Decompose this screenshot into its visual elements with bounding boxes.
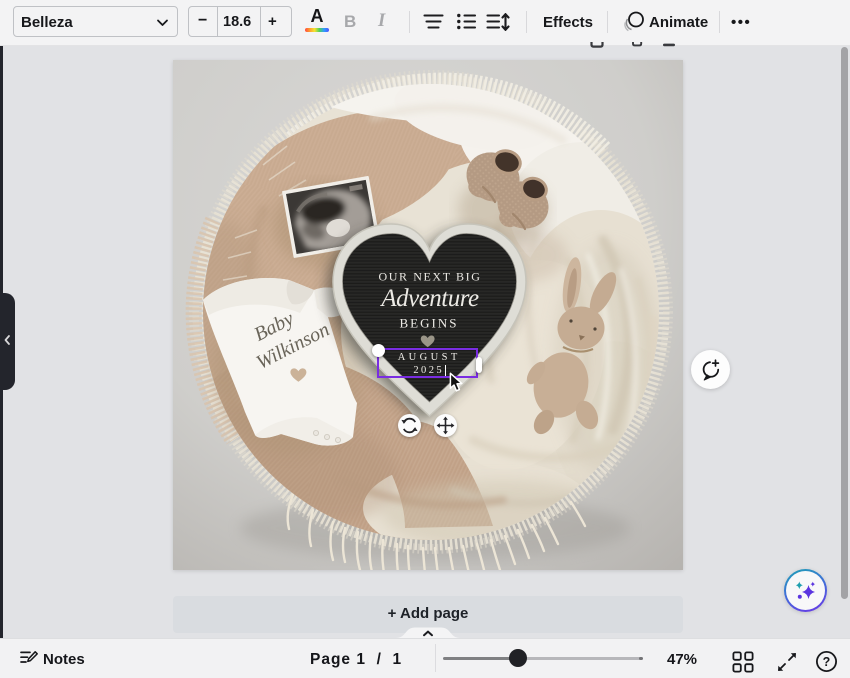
- svg-text:OUR NEXT BIG: OUR NEXT BIG: [379, 270, 482, 284]
- svg-text:BEGINS: BEGINS: [400, 316, 459, 331]
- svg-text:Adventure: Adventure: [379, 285, 479, 312]
- svg-text:?: ?: [823, 655, 831, 669]
